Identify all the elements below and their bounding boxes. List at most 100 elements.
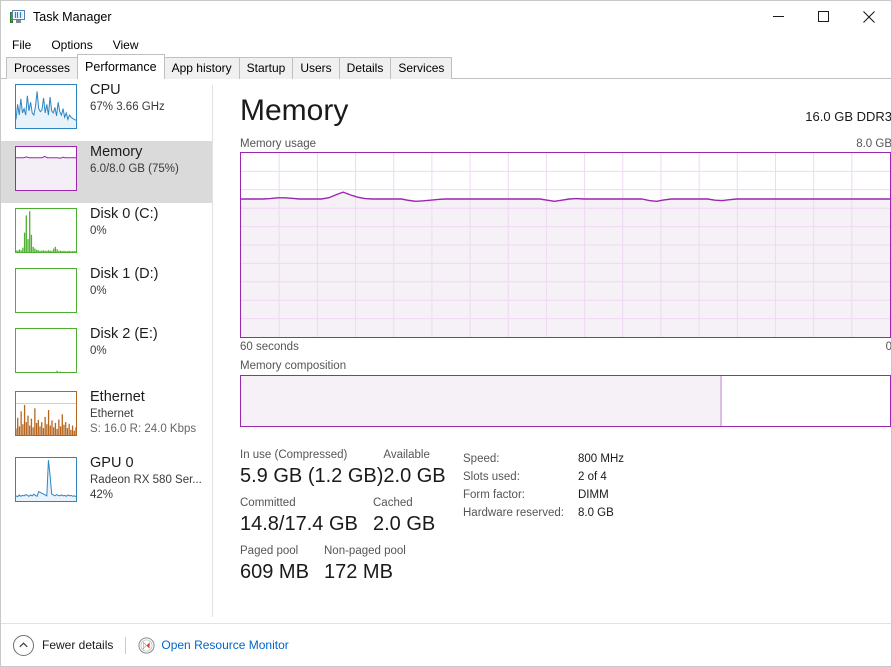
disk-2-thumbnail-chart <box>15 328 77 373</box>
minimize-button[interactable] <box>756 2 801 31</box>
sidebar-item-disk-2-sub: 0% <box>90 345 107 357</box>
sidebar-item-disk-0-title: Disk 0 (C:) <box>90 206 159 222</box>
hw-form-factor-key: Form factor: <box>463 489 525 501</box>
stat-available: Available 2.0 GB <box>383 448 445 490</box>
sidebar-item-disk-2-title: Disk 2 (E:) <box>90 326 158 342</box>
hw-speed-value: 800 MHz <box>578 453 625 465</box>
resource-list: CPU 67% 3.66 GHz Memory 6.0/8.0 GB (75%)… <box>1 79 212 624</box>
stat-committed: Committed 14.8/17.4 GB <box>240 496 373 538</box>
status-bar: Fewer details Open Resource Monitor <box>1 623 891 666</box>
task-manager-icon <box>10 9 26 25</box>
cpu-thumbnail-chart <box>15 84 77 129</box>
tab-strip: Processes Performance App history Startu… <box>1 54 891 80</box>
sidebar-item-disk-1-sub: 0% <box>90 285 107 297</box>
hw-speed-key: Speed: <box>463 453 500 465</box>
sidebar-item-memory-title: Memory <box>90 144 143 160</box>
stat-in-use-caption: In use (Compressed) <box>240 449 348 461</box>
sidebar-item-cpu-title: CPU <box>90 82 121 98</box>
sidebar-item-gpu-0[interactable]: GPU 0 Radeon RX 580 Ser... 42% <box>1 452 212 518</box>
sidebar-item-ethernet-title: Ethernet <box>90 389 145 405</box>
sidebar-item-cpu[interactable]: CPU 67% 3.66 GHz <box>1 79 212 141</box>
page-title: Memory <box>240 94 349 127</box>
hw-row-form-factor: Form factor: DIMM <box>463 486 713 504</box>
menu-view[interactable]: View <box>104 35 148 55</box>
stat-committed-caption: Committed <box>240 497 296 509</box>
stat-paged-pool-caption: Paged pool <box>240 545 299 557</box>
stat-available-value: 2.0 GB <box>383 465 446 487</box>
detail-header: Memory 16.0 GB DDR3 <box>240 93 892 133</box>
hw-row-slots: Slots used: 2 of 4 <box>463 468 713 486</box>
composition-divider <box>719 376 722 426</box>
window-title: Task Manager <box>33 9 112 24</box>
memory-hardware-summary: 16.0 GB DDR3 <box>805 109 892 124</box>
maximize-button[interactable] <box>801 2 846 31</box>
stat-cached-caption: Cached <box>373 497 413 509</box>
memory-detail-pane: Memory 16.0 GB DDR3 Memory usage 8.0 GB … <box>213 79 891 624</box>
stat-in-use: In use (Compressed) 5.9 GB (1.2 GB) <box>240 448 383 490</box>
memory-stats-left: In use (Compressed) 5.9 GB (1.2 GB) Avai… <box>240 448 446 586</box>
sidebar-item-gpu-0-title: GPU 0 <box>90 455 134 471</box>
stat-non-paged-pool-value: 172 MB <box>324 561 393 583</box>
stat-committed-value: 14.8/17.4 GB <box>240 513 358 535</box>
memory-usage-graph <box>240 152 891 338</box>
memory-statistics: In use (Compressed) 5.9 GB (1.2 GB) Avai… <box>240 448 891 598</box>
chevron-up-icon <box>13 634 34 656</box>
status-bar-divider <box>125 636 127 654</box>
ethernet-thumbnail-chart <box>15 391 77 436</box>
usage-graph-axis: 60 seconds 0 <box>240 341 892 353</box>
sidebar-item-disk-0-sub: 0% <box>90 225 107 237</box>
tab-users[interactable]: Users <box>292 57 340 79</box>
stat-paged-pool: Paged pool 609 MB <box>240 544 324 586</box>
sidebar-item-ethernet-sub1: Ethernet <box>90 408 134 420</box>
disk-1-thumbnail-chart <box>15 268 77 313</box>
stat-cached: Cached 2.0 GB <box>373 496 435 538</box>
stat-non-paged-pool-caption: Non-paged pool <box>324 545 406 557</box>
fewer-details-button[interactable]: Fewer details <box>13 634 114 656</box>
memory-thumbnail-chart <box>15 146 77 191</box>
sidebar-item-ethernet[interactable]: Ethernet Ethernet S: 16.0 R: 24.0 Kbps <box>1 386 212 452</box>
resource-monitor-icon <box>138 636 155 654</box>
usage-graph-timespan: 60 seconds <box>240 341 299 353</box>
menu-bar: File Options View <box>1 33 891 56</box>
composition-caption: Memory composition <box>240 360 347 372</box>
sidebar-item-ethernet-sub2: S: 16.0 R: 24.0 Kbps <box>90 423 197 435</box>
tab-performance[interactable]: Performance <box>77 54 165 80</box>
fewer-details-label: Fewer details <box>42 638 114 652</box>
usage-graph-caption: Memory usage <box>240 138 317 150</box>
hw-form-factor-value: DIMM <box>578 489 609 501</box>
stat-non-paged-pool: Non-paged pool 172 MB <box>324 544 406 586</box>
sidebar-item-memory[interactable]: Memory 6.0/8.0 GB (75%) <box>1 141 212 203</box>
sidebar-item-disk-2[interactable]: Disk 2 (E:) 0% <box>1 323 212 386</box>
tab-details[interactable]: Details <box>338 57 392 79</box>
tab-app-history[interactable]: App history <box>163 57 240 79</box>
hw-row-reserved: Hardware reserved: 8.0 GB <box>463 504 713 522</box>
sidebar-item-gpu-0-sub2: 42% <box>90 489 114 501</box>
tab-processes[interactable]: Processes <box>6 57 79 79</box>
sidebar-item-memory-sub: 6.0/8.0 GB (75%) <box>90 163 179 175</box>
usage-graph-max: 8.0 GB <box>856 138 892 150</box>
stat-cached-value: 2.0 GB <box>373 513 436 535</box>
stat-in-use-value: 5.9 GB (1.2 GB) <box>240 465 384 487</box>
disk-0-thumbnail-chart <box>15 208 77 253</box>
sidebar-item-cpu-sub: 67% 3.66 GHz <box>90 101 165 113</box>
memory-hardware-details: Speed: 800 MHz Slots used: 2 of 4 Form f… <box>463 450 713 522</box>
hw-slots-key: Slots used: <box>463 471 520 483</box>
open-resource-monitor-link[interactable]: Open Resource Monitor <box>138 636 289 654</box>
stat-available-caption: Available <box>383 449 430 461</box>
tab-services[interactable]: Services <box>390 57 453 79</box>
tab-startup[interactable]: Startup <box>238 57 294 79</box>
performance-pane: CPU 67% 3.66 GHz Memory 6.0/8.0 GB (75%)… <box>1 79 891 624</box>
task-manager-window: Task Manager File Options View Processes… <box>0 0 892 667</box>
close-button[interactable] <box>846 2 891 31</box>
sidebar-item-gpu-0-sub1: Radeon RX 580 Ser... <box>90 474 202 486</box>
sidebar-item-disk-0[interactable]: Disk 0 (C:) 0% <box>1 203 212 263</box>
memory-composition-bar[interactable] <box>240 375 891 427</box>
stat-row-pools: Paged pool 609 MB Non-paged pool 172 MB <box>240 544 445 586</box>
hw-row-speed: Speed: 800 MHz <box>463 450 713 468</box>
stat-paged-pool-value: 609 MB <box>240 561 309 583</box>
usage-graph-labels: Memory usage 8.0 GB <box>240 138 892 150</box>
sidebar-item-disk-1[interactable]: Disk 1 (D:) 0% <box>1 263 212 323</box>
menu-file[interactable]: File <box>3 35 40 55</box>
menu-options[interactable]: Options <box>42 35 101 55</box>
usage-graph-zero: 0 <box>885 341 892 353</box>
